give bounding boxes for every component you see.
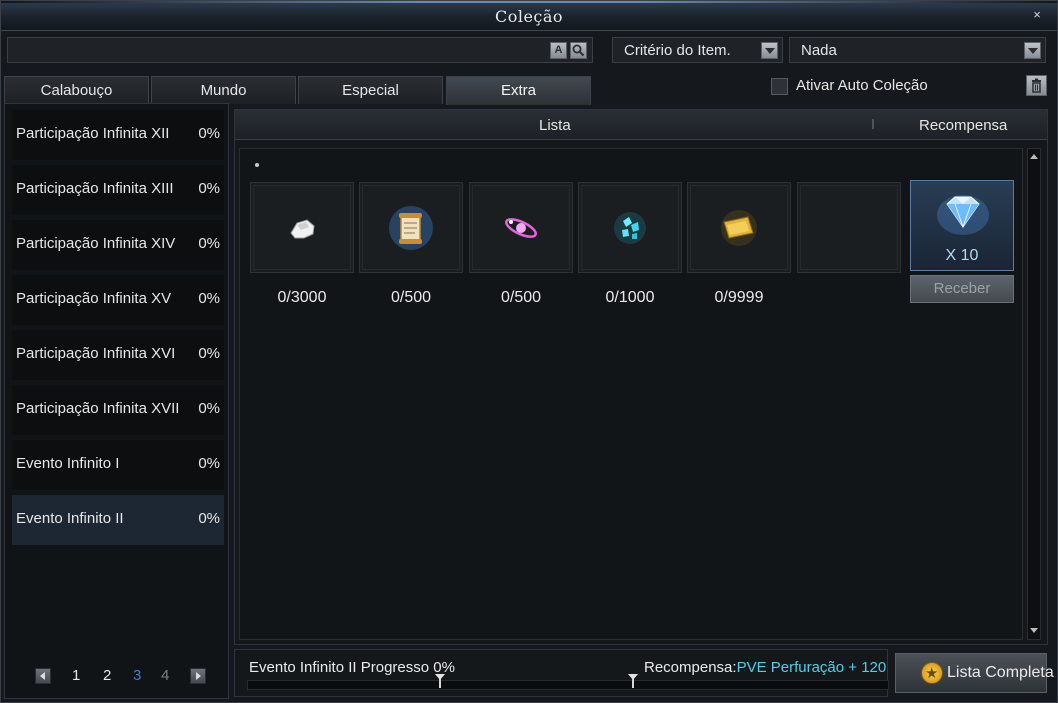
item-slot[interactable] — [578, 182, 682, 273]
trash-icon — [1032, 78, 1041, 93]
list-scrollbar[interactable] — [1027, 148, 1041, 640]
auto-collect-checkbox[interactable] — [771, 78, 788, 95]
category-item-selected[interactable]: Evento Infinito II 0% — [12, 495, 224, 545]
column-divider — [872, 119, 874, 129]
milestone-marker — [628, 674, 638, 688]
search-button[interactable] — [570, 42, 587, 59]
item-count: 0/500 — [500, 289, 542, 306]
search-icon — [572, 44, 585, 57]
category-percent: 0% — [198, 180, 220, 197]
category-panel: Participação Infinita XII 0% Participaçã… — [4, 103, 229, 699]
item-criteria-dropdown[interactable]: Critério do Item. — [612, 37, 783, 63]
full-list-label: Lista Completa — [947, 664, 1054, 681]
category-name: Participação Infinita XV — [16, 290, 172, 307]
gold-ticket-icon — [721, 210, 757, 246]
item-slot[interactable] — [687, 182, 791, 273]
scroll-up-icon[interactable] — [1030, 152, 1038, 162]
item-slot[interactable] — [469, 182, 573, 273]
collection-list: 0/3000 0/500 0/500 0/1000 0/9999 X 10 Re… — [239, 148, 1023, 640]
item-count: 0/3000 — [277, 289, 327, 306]
progress-footer: Evento Infinito II Progresso 0% Recompen… — [234, 649, 889, 697]
item-count: 0/9999 — [714, 289, 764, 306]
window-title: Coleção — [494, 7, 564, 26]
white-ore-icon — [290, 219, 315, 239]
category-percent: 0% — [198, 400, 220, 417]
progress-bar — [247, 680, 889, 690]
tab-extra[interactable]: Extra — [446, 76, 591, 105]
empty-item-slot — [797, 182, 901, 273]
close-icon[interactable]: × — [1029, 7, 1045, 23]
alphabetical-sort-button[interactable]: A — [550, 42, 567, 59]
category-name: Participação Infinita XIII — [16, 180, 174, 197]
reward-slot[interactable]: X 10 — [910, 180, 1014, 271]
category-item[interactable]: Participação Infinita XIV 0% — [12, 220, 224, 270]
tab-especial[interactable]: Especial — [298, 76, 443, 104]
trash-button[interactable] — [1026, 75, 1047, 96]
cyan-crystal-icon — [614, 212, 646, 244]
progress-label: Evento Infinito II Progresso 0% — [249, 659, 455, 676]
category-percent: 0% — [198, 125, 220, 142]
category-name: Participação Infinita XVI — [16, 345, 176, 362]
category-item[interactable]: Participação Infinita XVI 0% — [12, 330, 224, 380]
page-1[interactable]: 1 — [72, 667, 80, 684]
secondary-filter-dropdown[interactable]: Nada — [789, 37, 1046, 63]
page-3-current[interactable]: 3 — [133, 667, 141, 684]
category-percent: 0% — [198, 290, 220, 307]
reward-info: Recompensa:PVE Perfuração + 120 — [644, 659, 886, 676]
category-name: Participação Infinita XVII — [16, 400, 180, 417]
full-list-button[interactable]: Lista Completa — [895, 653, 1054, 693]
category-name: Participação Infinita XIV — [16, 235, 176, 252]
milestone-marker — [435, 674, 445, 688]
list-column-header: Lista — [539, 117, 571, 134]
reward-value: PVE Perfuração + 120 — [736, 659, 887, 676]
pink-ring-icon — [505, 218, 537, 238]
page-2[interactable]: 2 — [103, 667, 111, 684]
item-slot[interactable] — [359, 182, 463, 273]
category-item[interactable]: Evento Infinito I 0% — [12, 440, 224, 490]
item-slot[interactable] — [250, 182, 354, 273]
search-box: A — [7, 37, 593, 63]
reward-quantity: X 10 — [945, 247, 979, 264]
secondary-filter-value: Nada — [801, 42, 837, 59]
category-item[interactable]: Participação Infinita XIII 0% — [12, 165, 224, 215]
chevron-down-icon[interactable] — [761, 42, 778, 59]
category-name: Evento Infinito I — [16, 455, 120, 472]
category-percent: 0% — [198, 455, 220, 472]
previous-page-icon[interactable] — [35, 668, 51, 684]
receive-button[interactable]: Receber — [910, 275, 1014, 303]
reward-column-header: Recompensa — [919, 117, 1008, 134]
item-criteria-value: Critério do Item. — [624, 42, 731, 59]
list-header: Lista Recompensa — [235, 110, 1047, 140]
pagination: 1 2 3 4 — [35, 666, 215, 686]
tab-mundo[interactable]: Mundo — [151, 76, 296, 104]
row-marker — [255, 163, 259, 167]
tab-calabouco[interactable]: Calabouço — [4, 76, 149, 104]
item-count: 0/500 — [390, 289, 432, 306]
scroll-icon — [389, 206, 433, 250]
category-name: Participação Infinita XII — [16, 125, 170, 142]
diamond-icon — [937, 195, 989, 235]
chevron-down-icon[interactable] — [1024, 42, 1041, 59]
page-4[interactable]: 4 — [161, 667, 169, 684]
title-bar[interactable]: Coleção × — [1, 1, 1057, 31]
collection-window: Coleção × A Critério do Item. Nada Calab… — [0, 0, 1058, 703]
category-name: Evento Infinito II — [16, 510, 124, 527]
category-percent: 0% — [198, 235, 220, 252]
reward-label: Recompensa: — [644, 659, 737, 676]
star-icon — [921, 662, 943, 684]
category-item[interactable]: Participação Infinita XV 0% — [12, 275, 224, 325]
search-input[interactable] — [12, 40, 542, 60]
item-count: 0/1000 — [605, 289, 655, 306]
category-percent: 0% — [198, 345, 220, 362]
category-item[interactable]: Participação Infinita XII 0% — [12, 110, 224, 160]
auto-collect-label: Ativar Auto Coleção — [796, 77, 928, 94]
next-page-icon[interactable] — [190, 668, 206, 684]
collection-list-panel: Lista Recompensa 0/3000 0/500 0/500 0/10… — [234, 109, 1048, 645]
category-percent: 0% — [198, 510, 220, 527]
scroll-down-icon[interactable] — [1030, 626, 1038, 636]
category-item[interactable]: Participação Infinita XVII 0% — [12, 385, 224, 435]
